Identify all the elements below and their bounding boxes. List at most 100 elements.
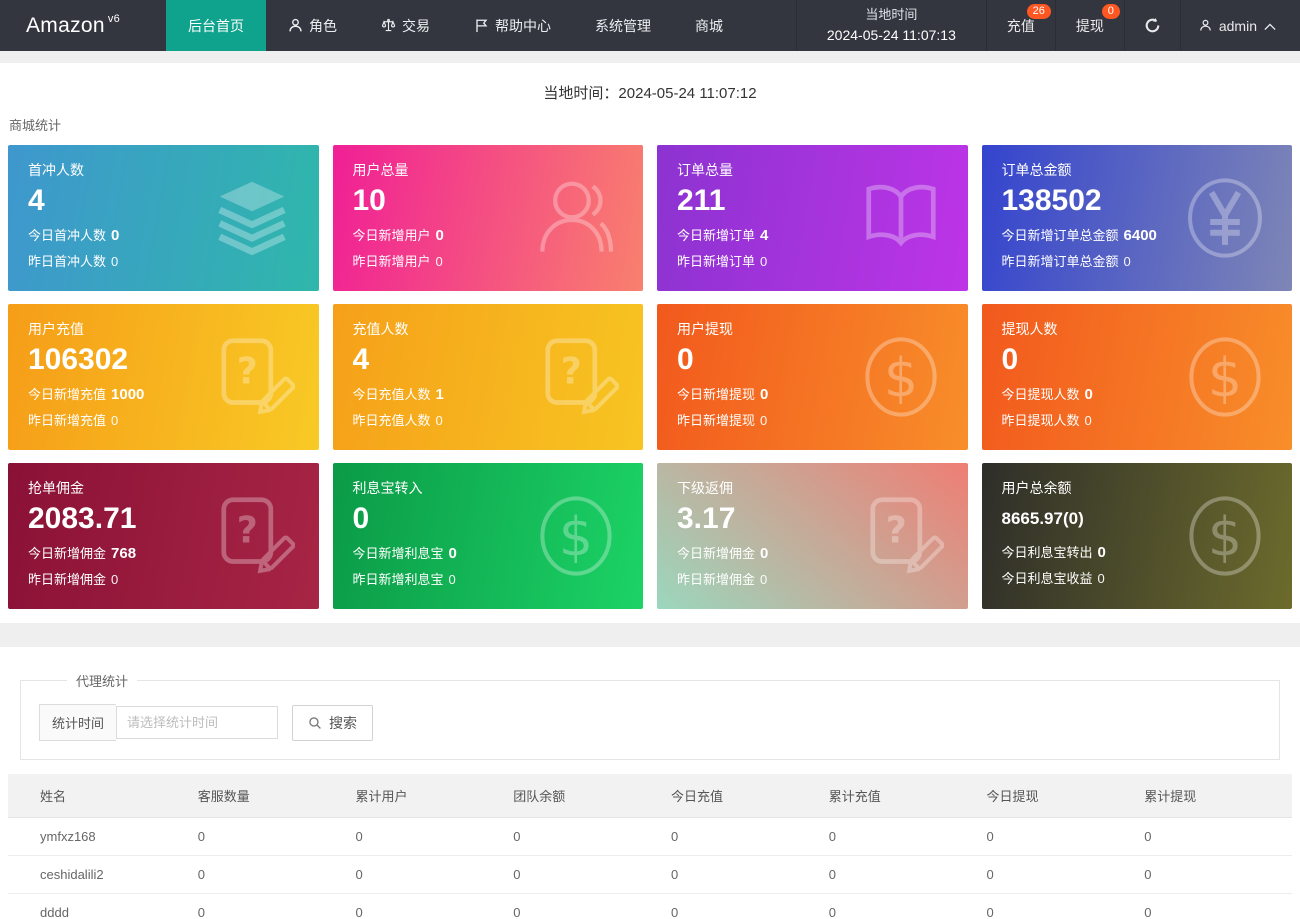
local-time-value: 2024-05-24 11:07:13 <box>826 26 956 43</box>
nav-item-mall[interactable]: 商城 <box>673 0 745 51</box>
stat-card: 下级返佣 3.17 今日新增佣金 0 昨日新增佣金 0 <box>657 463 968 609</box>
yen-icon <box>1182 175 1268 261</box>
value-cell: 0 <box>187 893 346 919</box>
value-cell: 0 <box>1134 893 1292 919</box>
stat-time-input[interactable] <box>116 706 279 739</box>
chevron-up-icon <box>1264 18 1276 34</box>
stat-card: 首冲人数 4 今日首冲人数 0 昨日首冲人数 0 <box>8 145 319 291</box>
nav-item-roles[interactable]: 角色 <box>266 0 359 51</box>
nav-item-help-center[interactable]: 帮助中心 <box>452 0 573 51</box>
stat-card: 订单总量 211 今日新增订单 4 昨日新增订单 0 <box>657 145 968 291</box>
doc-icon <box>533 334 619 420</box>
stat-card: 提现人数 0 今日提现人数 0 昨日提现人数 0 <box>981 304 1292 450</box>
doc-icon <box>858 493 944 579</box>
stats-panel: 当地时间：2024-05-24 11:07:12 商城统计 首冲人数 4 今日首… <box>0 63 1300 623</box>
book-icon <box>858 175 944 261</box>
value-cell: 0 <box>187 817 346 856</box>
agent-filter-row: 统计时间 搜索 <box>39 704 1261 741</box>
value-cell: 0 <box>503 855 661 894</box>
stats-card-grid: 首冲人数 4 今日首冲人数 0 昨日首冲人数 0 用户总量 10 今日新增用户 0 昨… <box>0 145 1300 609</box>
withdraw-badge: 0 <box>1101 4 1120 19</box>
agents-table: 姓名 客服数量 累计用户 团队余额 今日充值 累计充值 今日提现 累计提现 ymfxz168 0… <box>8 774 1292 919</box>
table-row: ymfxz168 0 0 0 0 0 0 0 <box>8 817 1292 856</box>
dollar-icon <box>1182 493 1268 579</box>
column-header: 累计提现 <box>1134 774 1292 818</box>
user-menu[interactable]: admin <box>1181 0 1300 51</box>
agent-name-cell: ymfxz168 <box>8 817 188 856</box>
column-header: 姓名 <box>8 774 188 818</box>
value-cell: 0 <box>976 893 1135 919</box>
recharge-badge: 26 <box>1026 4 1051 19</box>
page-local-time-label: 当地时间： <box>543 85 619 102</box>
value-cell: 0 <box>345 855 504 894</box>
stat-card: 用户充值 106302 今日新增充值 1000 昨日新增充值 0 <box>8 304 319 450</box>
stat-card: 抢单佣金 2083.71 今日新增佣金 768 昨日新增佣金 0 <box>8 463 319 609</box>
value-cell: 0 <box>661 893 819 919</box>
dollar-icon <box>1182 334 1268 420</box>
stat-card: 用户总量 10 今日新增用户 0 昨日新增用户 0 <box>332 145 643 291</box>
stat-card: 订单总金额 138502 今日新增订单总金额 6400 昨日新增订单总金额 0 <box>981 145 1292 291</box>
dollar-icon <box>533 493 619 579</box>
recharge-button[interactable]: 充值 26 <box>987 0 1056 51</box>
value-cell: 0 <box>345 893 504 919</box>
layers-icon <box>209 175 295 261</box>
agent-panel: 代理统计 统计时间 搜索 姓名客服数量累计用户团队余额今日充值累计充值今日提现累… <box>0 647 1300 919</box>
page-local-time-value: 2024-05-24 11:07:12 <box>618 85 757 102</box>
stat-card: 用户总余额 8665.97(0) 今日利息宝转出 0 今日利息宝收益 0 <box>981 463 1292 609</box>
logo-text: Amazon <box>26 13 105 37</box>
withdraw-button[interactable]: 提现 0 <box>1056 0 1125 51</box>
users-icon <box>533 175 619 261</box>
nav-item-system[interactable]: 系统管理 <box>573 0 673 51</box>
nav-item-dashboard[interactable]: 后台首页 <box>166 0 266 51</box>
dollar-icon <box>858 334 944 420</box>
column-header: 今日充值 <box>661 774 819 818</box>
column-header: 客服数量 <box>187 774 346 818</box>
value-cell: 0 <box>345 817 504 856</box>
table-row: dddd 0 0 0 0 0 0 0 <box>8 893 1292 919</box>
column-header: 累计充值 <box>818 774 977 818</box>
value-cell: 0 <box>818 893 977 919</box>
logo-version: v6 <box>107 12 121 25</box>
column-header: 今日提现 <box>976 774 1135 818</box>
scale-icon <box>381 18 396 33</box>
column-header: 累计用户 <box>345 774 504 818</box>
search-button[interactable]: 搜索 <box>292 704 374 741</box>
table-header-row: 姓名 客服数量 累计用户 团队余额 今日充值 累计充值 今日提现 累计提现 <box>8 774 1292 818</box>
value-cell: 0 <box>976 855 1135 894</box>
value-cell: 0 <box>661 855 819 894</box>
user-icon <box>1199 19 1212 32</box>
table-row: ceshidalili2 0 0 0 0 0 0 0 <box>8 855 1292 894</box>
value-cell: 0 <box>818 855 977 894</box>
section-title-mall-stats: 商城统计 <box>9 118 62 133</box>
section-title-agent-stats: 代理统计 <box>76 674 129 689</box>
search-icon <box>308 716 322 730</box>
stat-time-label: 统计时间 <box>39 704 117 741</box>
username: admin <box>1218 17 1257 34</box>
top-navbar: Amazon v6 后台首页 角色 交易 帮助中心 系统管理 商城 当地时间 20… <box>0 0 1300 51</box>
agent-name-cell: ceshidalili2 <box>8 855 188 894</box>
agent-name-cell: dddd <box>8 893 188 919</box>
value-cell: 0 <box>503 893 661 919</box>
value-cell: 0 <box>503 817 661 856</box>
stat-card: 利息宝转入 0 今日新增利息宝 0 昨日新增利息宝 0 <box>332 463 643 609</box>
navbar-right: 当地时间 2024-05-24 11:07:13 充值 26 提现 0 admi… <box>795 0 1300 51</box>
local-time-label: 当地时间 <box>865 6 918 22</box>
doc-icon <box>209 493 295 579</box>
column-header: 团队余额 <box>503 774 661 818</box>
value-cell: 0 <box>661 817 819 856</box>
refresh-button[interactable] <box>1125 0 1181 51</box>
value-cell: 0 <box>976 817 1135 856</box>
user-icon <box>288 18 303 33</box>
app-logo[interactable]: Amazon v6 <box>0 0 166 51</box>
doc-icon <box>209 334 295 420</box>
value-cell: 0 <box>1134 855 1292 894</box>
stat-card: 用户提现 0 今日新增提现 0 昨日新增提现 0 <box>657 304 968 450</box>
page-local-time: 当地时间：2024-05-24 11:07:12 <box>0 63 1300 112</box>
value-cell: 0 <box>1134 817 1292 856</box>
refresh-icon <box>1144 17 1161 34</box>
nav-item-trade[interactable]: 交易 <box>359 0 452 51</box>
table-body: ymfxz168 0 0 0 0 0 0 0 ceshidalili2 0 0 0 0 0 0 0 dddd 0 0… <box>8 817 1292 919</box>
agent-stats-fieldset: 代理统计 统计时间 搜索 <box>20 671 1280 760</box>
header-local-time: 当地时间 2024-05-24 11:07:13 <box>795 0 987 51</box>
stat-card: 充值人数 4 今日充值人数 1 昨日充值人数 0 <box>332 304 643 450</box>
